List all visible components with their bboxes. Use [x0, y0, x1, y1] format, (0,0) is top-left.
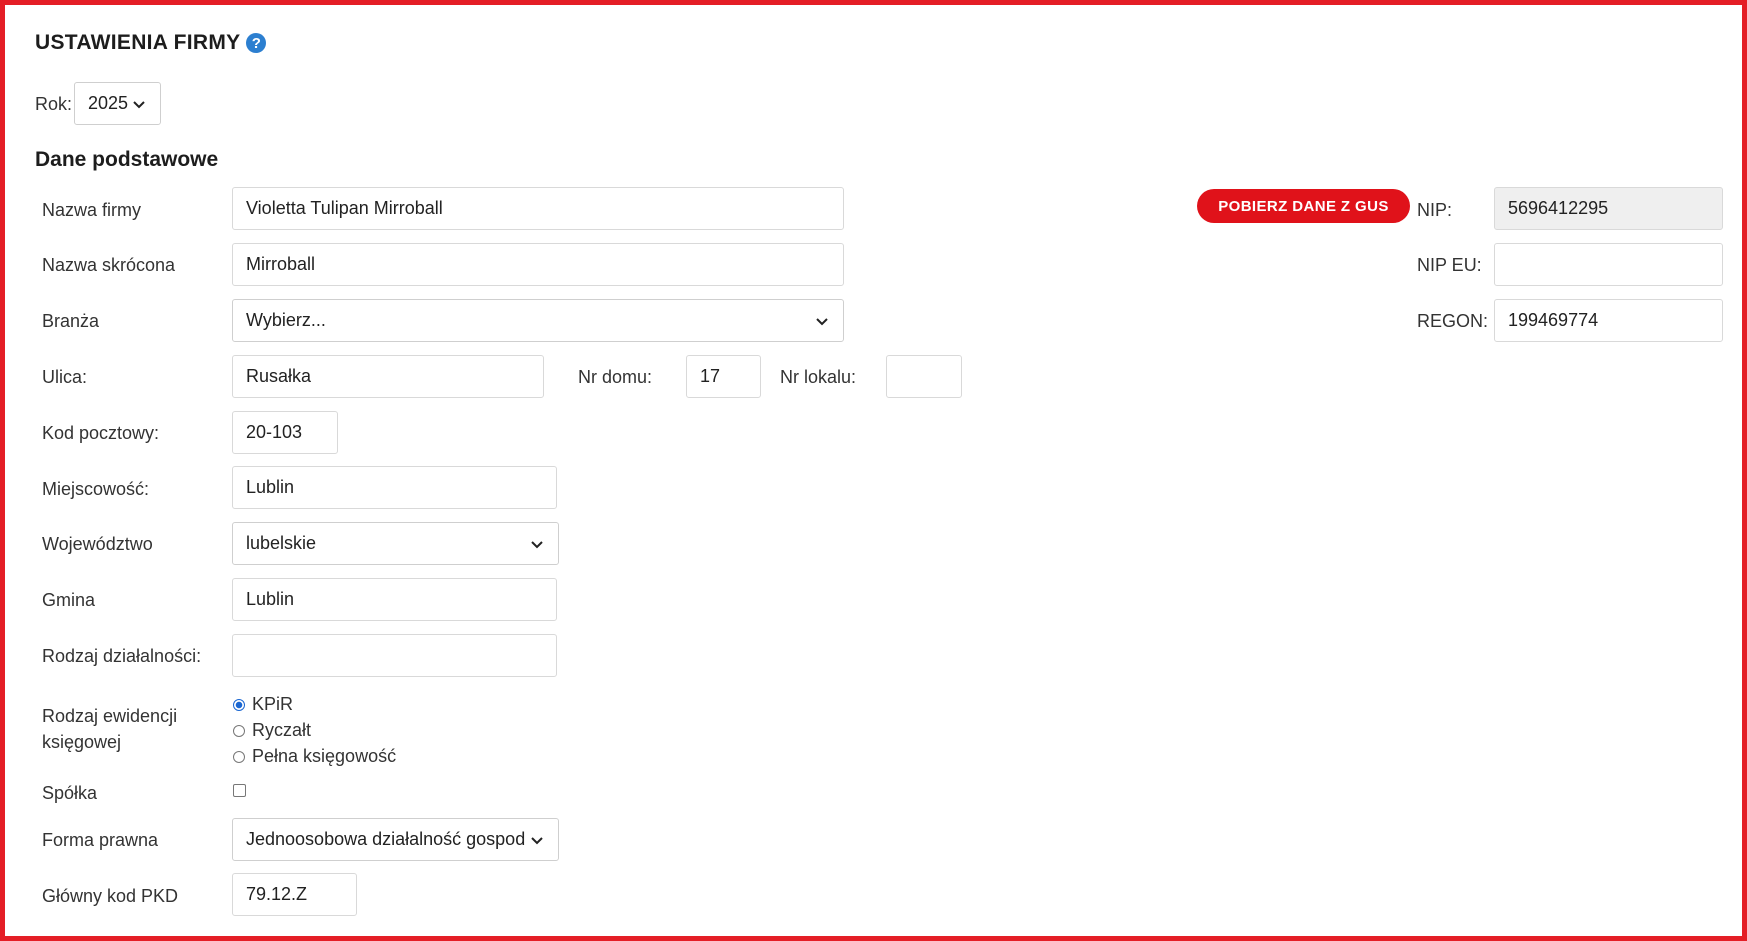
pkd-code-label: Główny kod PKD: [42, 886, 179, 906]
question-circle-icon[interactable]: ?: [246, 33, 267, 53]
pkd-code-value: 79.12.Z: [246, 884, 308, 904]
chevron-down-icon: [531, 540, 543, 548]
page-title: USTAWIENIA FIRMY ?: [35, 31, 267, 55]
municipality-label: Gmina: [42, 590, 96, 610]
voivodeship-select[interactable]: lubelskie: [232, 522, 559, 565]
regon-label: REGON:: [1417, 311, 1489, 331]
radio-ryczalt[interactable]: [233, 724, 245, 737]
regon-value: 199469774: [1508, 310, 1599, 330]
business-type-field[interactable]: [232, 634, 557, 677]
radio-kpir[interactable]: [233, 698, 245, 711]
postal-code-field[interactable]: 20-103: [232, 411, 338, 454]
house-number-value: 17: [700, 366, 721, 386]
year-select[interactable]: 2025: [74, 82, 161, 125]
legal-form-value: Jednoosobowa działalność gospod: [246, 829, 526, 849]
nip-field[interactable]: 5696412295: [1494, 187, 1723, 230]
voivodeship-value: lubelskie: [246, 533, 317, 553]
partnership-label: Spółka: [42, 783, 98, 803]
postal-code-value: 20-103: [246, 422, 303, 442]
city-value: Lublin: [246, 477, 295, 497]
regon-field[interactable]: 199469774: [1494, 299, 1723, 342]
industry-select[interactable]: Wybierz...: [232, 299, 844, 342]
radio-label-kpir: KPiR: [252, 694, 294, 714]
street-value: Rusałka: [246, 366, 312, 386]
radio-option-ryczalt[interactable]: Ryczałt: [233, 720, 311, 741]
nip-eu-field[interactable]: [1494, 243, 1723, 286]
street-field[interactable]: Rusałka: [232, 355, 544, 398]
short-name-value: Mirroball: [246, 254, 316, 274]
accounting-type-label-line2: księgowej: [42, 732, 122, 752]
city-field[interactable]: Lublin: [232, 466, 557, 509]
short-name-field[interactable]: Mirroball: [232, 243, 844, 286]
company-name-field[interactable]: Violetta Tulipan Mirroball: [232, 187, 844, 230]
chevron-down-icon: [531, 836, 543, 844]
nip-label: NIP:: [1417, 200, 1453, 220]
radio-option-kpir[interactable]: KPiR: [233, 694, 293, 715]
apartment-number-field[interactable]: [886, 355, 962, 398]
industry-value: Wybierz...: [246, 310, 326, 330]
municipality-value: Lublin: [246, 589, 295, 609]
apartment-number-label: Nr lokalu:: [780, 367, 857, 387]
company-name-value: Violetta Tulipan Mirroball: [246, 198, 443, 218]
chevron-down-icon: [816, 317, 828, 325]
street-label: Ulica:: [42, 367, 88, 387]
legal-form-label: Forma prawna: [42, 830, 159, 850]
accounting-type-label-line1: Rodzaj ewidencji: [42, 706, 178, 726]
fetch-gus-button[interactable]: POBIERZ DANE Z GUS: [1197, 189, 1410, 223]
voivodeship-label: Województwo: [42, 534, 153, 554]
short-name-label: Nazwa skrócona: [42, 255, 176, 275]
pkd-code-field[interactable]: 79.12.Z: [232, 873, 357, 916]
legal-form-select[interactable]: Jednoosobowa działalność gospod: [232, 818, 559, 861]
company-name-label: Nazwa firmy: [42, 200, 142, 220]
industry-label: Branża: [42, 311, 100, 331]
nip-value: 5696412295: [1508, 198, 1609, 218]
postal-code-label: Kod pocztowy:: [42, 423, 160, 443]
radio-option-pelna[interactable]: Pełna księgowość: [233, 746, 396, 767]
radio-label-ryczalt: Ryczałt: [252, 720, 312, 740]
business-type-label: Rodzaj działalności:: [42, 646, 202, 666]
partnership-checkbox[interactable]: [233, 784, 246, 797]
settings-panel: USTAWIENIA FIRMY ? Rok: 2025 Dane podsta…: [0, 0, 1747, 941]
nip-eu-label: NIP EU:: [1417, 255, 1482, 275]
page-title-text: USTAWIENIA FIRMY: [35, 31, 241, 54]
municipality-field[interactable]: Lublin: [232, 578, 557, 621]
section-title: Dane podstawowe: [35, 148, 219, 171]
year-value: 2025: [88, 93, 129, 113]
city-label: Miejscowość:: [42, 479, 150, 499]
radio-label-pelna: Pełna księgowość: [252, 746, 397, 766]
chevron-down-icon: [133, 100, 145, 108]
radio-pelna-ksiegowosc[interactable]: [233, 750, 245, 763]
year-label: Rok:: [35, 94, 73, 114]
house-number-field[interactable]: 17: [686, 355, 761, 398]
house-number-label: Nr domu:: [578, 367, 653, 387]
